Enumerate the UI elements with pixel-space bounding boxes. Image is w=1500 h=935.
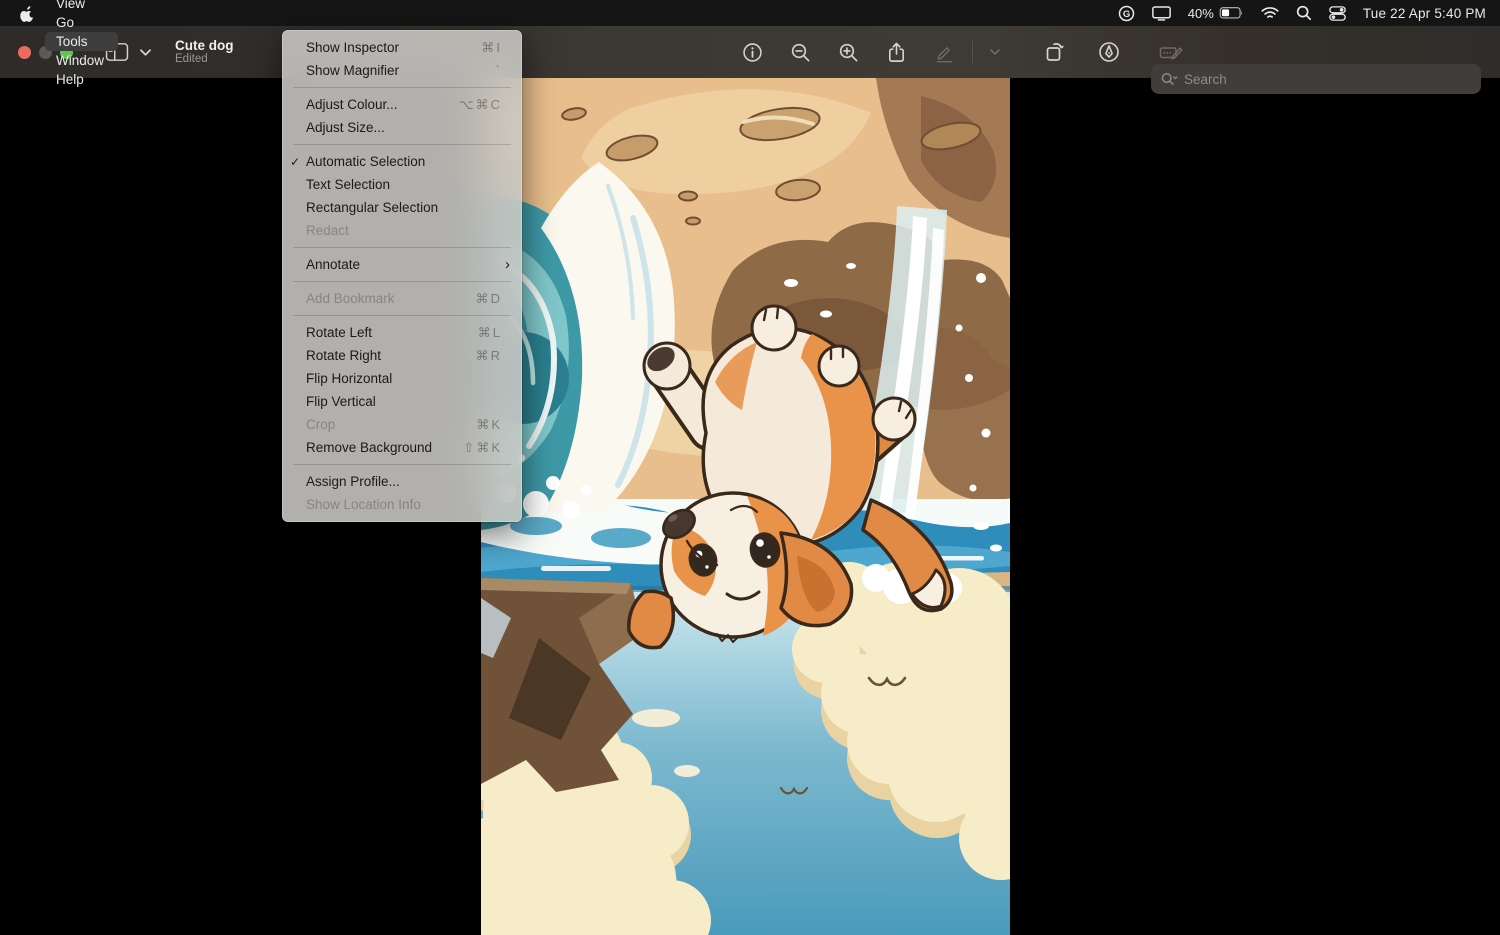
- shortcut: ⇧⌘K: [463, 439, 502, 455]
- control-center-icon[interactable]: [1328, 5, 1346, 22]
- menu-item-rotate-left[interactable]: Rotate Left ⌘L: [283, 321, 521, 344]
- menu-item-flip-horizontal[interactable]: Flip Horizontal: [283, 367, 521, 390]
- menu-item-show-inspector[interactable]: Show Inspector ⌘I: [283, 36, 521, 59]
- menu-item-adjust-size[interactable]: Adjust Size...: [283, 116, 521, 139]
- battery-icon: [1219, 7, 1242, 19]
- menu-item-assign-profile[interactable]: Assign Profile...: [283, 470, 521, 493]
- grammarly-icon[interactable]: G: [1118, 5, 1135, 22]
- window-titlebar: Cute dog Edited Search: [0, 26, 1500, 94]
- document-canvas: [0, 78, 1500, 935]
- menu-separator: [293, 87, 511, 88]
- search-icon: [1161, 72, 1178, 86]
- window-title: Cute dog: [175, 37, 234, 53]
- sidebar-chevron-down-icon[interactable]: [137, 38, 153, 66]
- menu-item-flip-vertical[interactable]: Flip Vertical: [283, 390, 521, 413]
- menubar-items: Preview File Edit View Go Tools Window H…: [45, 0, 119, 89]
- menu-item-show-location-info[interactable]: Show Location Info: [283, 493, 521, 516]
- zoom-out-icon[interactable]: [786, 38, 814, 66]
- menubar-clock[interactable]: Tue 22 Apr 5:40 PM: [1363, 6, 1486, 21]
- battery-indicator[interactable]: 40%: [1188, 6, 1244, 21]
- spotlight-icon[interactable]: [1296, 5, 1312, 21]
- shortcut: ⌘L: [477, 324, 502, 340]
- menu-item-annotate[interactable]: Annotate ›: [283, 253, 521, 276]
- shortcut: ⌘D: [475, 290, 502, 306]
- menu-item-add-bookmark[interactable]: Add Bookmark ⌘D: [283, 287, 521, 310]
- search-input[interactable]: Search: [1151, 64, 1481, 94]
- menu-item-automatic-selection[interactable]: ✓ Automatic Selection: [283, 150, 521, 173]
- menu-item-adjust-colour[interactable]: Adjust Colour... ⌥⌘C: [283, 93, 521, 116]
- text-box-icon[interactable]: [1157, 38, 1185, 66]
- markup-pencil-icon[interactable]: [930, 38, 958, 66]
- menu-item-show-magnifier[interactable]: Show Magnifier `: [283, 59, 521, 82]
- menu-item-redact[interactable]: Redact: [283, 219, 521, 242]
- menubar-item-tools[interactable]: Tools: [45, 32, 119, 51]
- menu-separator: [293, 464, 511, 465]
- menubar-item-window[interactable]: Window: [45, 51, 118, 70]
- shortcut: ⌘I: [481, 39, 502, 55]
- display-mirroring-icon[interactable]: [1151, 5, 1171, 21]
- annotate-pen-icon[interactable]: [1095, 38, 1123, 66]
- share-icon[interactable]: [882, 38, 910, 66]
- tools-menu: Show Inspector ⌘I Show Magnifier ` Adjus…: [282, 30, 522, 522]
- menubar: Preview File Edit View Go Tools Window H…: [0, 0, 1500, 87]
- window-subtitle: Edited: [175, 53, 208, 66]
- submenu-arrow-icon: ›: [505, 256, 510, 273]
- artwork-image[interactable]: [481, 78, 1010, 935]
- menu-separator: [293, 315, 511, 316]
- desktop: Preview File Edit View Go Tools Window H…: [0, 0, 1500, 935]
- zoom-in-icon[interactable]: [834, 38, 862, 66]
- menu-item-rotate-right[interactable]: Rotate Right ⌘R: [283, 344, 521, 367]
- menu-separator: [293, 247, 511, 248]
- checkmark: ✓: [290, 154, 301, 169]
- menu-item-text-selection[interactable]: Text Selection: [283, 173, 521, 196]
- shortcut: ⌘R: [475, 347, 502, 363]
- search-placeholder: Search: [1184, 71, 1227, 87]
- crop-rotate-icon[interactable]: [1041, 38, 1069, 66]
- info-icon[interactable]: [738, 38, 766, 66]
- apple-menu-icon[interactable]: [14, 5, 45, 22]
- battery-percent: 40%: [1187, 5, 1214, 21]
- chevron-down-icon[interactable]: [987, 38, 1003, 66]
- menu-item-crop[interactable]: Crop ⌘K: [283, 413, 521, 436]
- shortcut: ⌥⌘C: [458, 96, 502, 112]
- menubar-item-help[interactable]: Help: [45, 70, 118, 89]
- shortcut: `: [495, 63, 502, 78]
- menubar-item-view[interactable]: View: [45, 0, 118, 13]
- menu-item-rectangular-selection[interactable]: Rectangular Selection: [283, 196, 521, 219]
- menu-separator: [293, 144, 511, 145]
- shortcut: ⌘K: [476, 416, 502, 432]
- wifi-icon[interactable]: [1261, 6, 1279, 20]
- menubar-item-go[interactable]: Go: [45, 13, 118, 32]
- svg-text:G: G: [1123, 8, 1130, 19]
- toolbar-separator: [972, 41, 973, 63]
- menu-item-remove-background[interactable]: Remove Background ⇧⌘K: [283, 436, 521, 459]
- menu-separator: [293, 281, 511, 282]
